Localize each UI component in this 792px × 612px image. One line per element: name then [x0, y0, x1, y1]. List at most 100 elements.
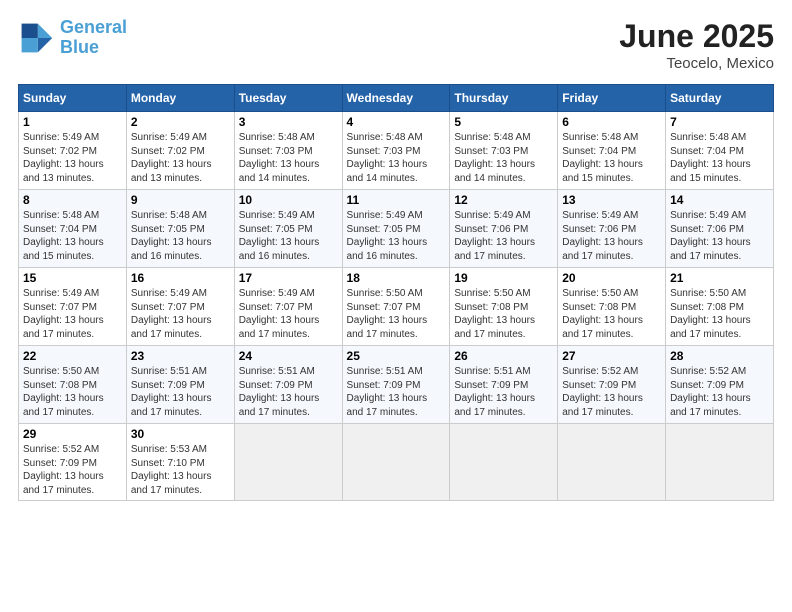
header-sunday: Sunday: [19, 85, 127, 112]
calendar-cell: 13 Sunrise: 5:49 AM Sunset: 7:06 PM Dayl…: [558, 190, 666, 268]
calendar-row: 1 Sunrise: 5:49 AM Sunset: 7:02 PM Dayli…: [19, 112, 774, 190]
day-info: Sunrise: 5:49 AM Sunset: 7:06 PM Dayligh…: [562, 209, 661, 263]
calendar-cell: [234, 424, 342, 501]
day-info: Sunrise: 5:52 AM Sunset: 7:09 PM Dayligh…: [23, 443, 122, 497]
calendar-cell: 9 Sunrise: 5:48 AM Sunset: 7:05 PM Dayli…: [126, 190, 234, 268]
day-info: Sunrise: 5:48 AM Sunset: 7:05 PM Dayligh…: [131, 209, 230, 263]
day-info: Sunrise: 5:49 AM Sunset: 7:07 PM Dayligh…: [239, 287, 338, 341]
day-number: 7: [670, 115, 769, 129]
day-number: 8: [23, 193, 122, 207]
day-number: 18: [347, 271, 446, 285]
day-info: Sunrise: 5:52 AM Sunset: 7:09 PM Dayligh…: [670, 365, 769, 419]
day-info: Sunrise: 5:49 AM Sunset: 7:06 PM Dayligh…: [670, 209, 769, 263]
calendar-row: 22 Sunrise: 5:50 AM Sunset: 7:08 PM Dayl…: [19, 346, 774, 424]
calendar-row: 8 Sunrise: 5:48 AM Sunset: 7:04 PM Dayli…: [19, 190, 774, 268]
day-number: 23: [131, 349, 230, 363]
day-info: Sunrise: 5:51 AM Sunset: 7:09 PM Dayligh…: [454, 365, 553, 419]
day-info: Sunrise: 5:53 AM Sunset: 7:10 PM Dayligh…: [131, 443, 230, 497]
header-saturday: Saturday: [666, 85, 774, 112]
calendar-cell: 16 Sunrise: 5:49 AM Sunset: 7:07 PM Dayl…: [126, 268, 234, 346]
day-number: 16: [131, 271, 230, 285]
calendar-cell: 22 Sunrise: 5:50 AM Sunset: 7:08 PM Dayl…: [19, 346, 127, 424]
calendar-cell: 19 Sunrise: 5:50 AM Sunset: 7:08 PM Dayl…: [450, 268, 558, 346]
day-info: Sunrise: 5:50 AM Sunset: 7:07 PM Dayligh…: [347, 287, 446, 341]
calendar-cell: 1 Sunrise: 5:49 AM Sunset: 7:02 PM Dayli…: [19, 112, 127, 190]
calendar-cell: 12 Sunrise: 5:49 AM Sunset: 7:06 PM Dayl…: [450, 190, 558, 268]
day-number: 1: [23, 115, 122, 129]
day-number: 17: [239, 271, 338, 285]
day-number: 28: [670, 349, 769, 363]
day-info: Sunrise: 5:49 AM Sunset: 7:02 PM Dayligh…: [131, 131, 230, 185]
day-number: 20: [562, 271, 661, 285]
calendar-cell: 29 Sunrise: 5:52 AM Sunset: 7:09 PM Dayl…: [19, 424, 127, 501]
day-number: 13: [562, 193, 661, 207]
day-info: Sunrise: 5:49 AM Sunset: 7:06 PM Dayligh…: [454, 209, 553, 263]
title-area: June 2025 Teocelo, Mexico: [619, 18, 774, 72]
day-number: 26: [454, 349, 553, 363]
day-number: 29: [23, 427, 122, 441]
day-number: 24: [239, 349, 338, 363]
calendar-cell: 15 Sunrise: 5:49 AM Sunset: 7:07 PM Dayl…: [19, 268, 127, 346]
calendar-cell: 18 Sunrise: 5:50 AM Sunset: 7:07 PM Dayl…: [342, 268, 450, 346]
calendar-cell: 14 Sunrise: 5:49 AM Sunset: 7:06 PM Dayl…: [666, 190, 774, 268]
day-info: Sunrise: 5:48 AM Sunset: 7:04 PM Dayligh…: [562, 131, 661, 185]
day-info: Sunrise: 5:50 AM Sunset: 7:08 PM Dayligh…: [23, 365, 122, 419]
calendar-cell: 6 Sunrise: 5:48 AM Sunset: 7:04 PM Dayli…: [558, 112, 666, 190]
calendar-cell: [342, 424, 450, 501]
calendar-table: Sunday Monday Tuesday Wednesday Thursday…: [18, 84, 774, 501]
calendar-cell: 26 Sunrise: 5:51 AM Sunset: 7:09 PM Dayl…: [450, 346, 558, 424]
calendar-cell: [666, 424, 774, 501]
day-info: Sunrise: 5:49 AM Sunset: 7:07 PM Dayligh…: [131, 287, 230, 341]
day-info: Sunrise: 5:49 AM Sunset: 7:07 PM Dayligh…: [23, 287, 122, 341]
month-title: June 2025: [619, 18, 774, 55]
day-number: 19: [454, 271, 553, 285]
header-friday: Friday: [558, 85, 666, 112]
calendar-cell: [558, 424, 666, 501]
calendar-cell: 3 Sunrise: 5:48 AM Sunset: 7:03 PM Dayli…: [234, 112, 342, 190]
day-info: Sunrise: 5:51 AM Sunset: 7:09 PM Dayligh…: [239, 365, 338, 419]
day-info: Sunrise: 5:48 AM Sunset: 7:03 PM Dayligh…: [454, 131, 553, 185]
calendar-cell: 2 Sunrise: 5:49 AM Sunset: 7:02 PM Dayli…: [126, 112, 234, 190]
day-info: Sunrise: 5:48 AM Sunset: 7:03 PM Dayligh…: [347, 131, 446, 185]
calendar-cell: 4 Sunrise: 5:48 AM Sunset: 7:03 PM Dayli…: [342, 112, 450, 190]
day-info: Sunrise: 5:50 AM Sunset: 7:08 PM Dayligh…: [562, 287, 661, 341]
calendar-cell: 11 Sunrise: 5:49 AM Sunset: 7:05 PM Dayl…: [342, 190, 450, 268]
logo: General Blue: [18, 18, 127, 58]
day-number: 22: [23, 349, 122, 363]
day-number: 11: [347, 193, 446, 207]
day-number: 12: [454, 193, 553, 207]
calendar-cell: 24 Sunrise: 5:51 AM Sunset: 7:09 PM Dayl…: [234, 346, 342, 424]
weekday-header-row: Sunday Monday Tuesday Wednesday Thursday…: [19, 85, 774, 112]
day-info: Sunrise: 5:50 AM Sunset: 7:08 PM Dayligh…: [454, 287, 553, 341]
day-info: Sunrise: 5:49 AM Sunset: 7:02 PM Dayligh…: [23, 131, 122, 185]
day-info: Sunrise: 5:50 AM Sunset: 7:08 PM Dayligh…: [670, 287, 769, 341]
day-info: Sunrise: 5:49 AM Sunset: 7:05 PM Dayligh…: [239, 209, 338, 263]
location: Teocelo, Mexico: [619, 55, 774, 72]
header-monday: Monday: [126, 85, 234, 112]
day-info: Sunrise: 5:49 AM Sunset: 7:05 PM Dayligh…: [347, 209, 446, 263]
day-number: 9: [131, 193, 230, 207]
day-number: 3: [239, 115, 338, 129]
calendar-header: Sunday Monday Tuesday Wednesday Thursday…: [19, 85, 774, 112]
calendar-cell: [450, 424, 558, 501]
day-info: Sunrise: 5:51 AM Sunset: 7:09 PM Dayligh…: [347, 365, 446, 419]
day-info: Sunrise: 5:48 AM Sunset: 7:04 PM Dayligh…: [23, 209, 122, 263]
calendar-page: General Blue June 2025 Teocelo, Mexico S…: [0, 0, 792, 511]
day-info: Sunrise: 5:48 AM Sunset: 7:03 PM Dayligh…: [239, 131, 338, 185]
header-tuesday: Tuesday: [234, 85, 342, 112]
day-number: 14: [670, 193, 769, 207]
header-thursday: Thursday: [450, 85, 558, 112]
calendar-cell: 30 Sunrise: 5:53 AM Sunset: 7:10 PM Dayl…: [126, 424, 234, 501]
day-number: 25: [347, 349, 446, 363]
header-wednesday: Wednesday: [342, 85, 450, 112]
calendar-cell: 8 Sunrise: 5:48 AM Sunset: 7:04 PM Dayli…: [19, 190, 127, 268]
day-number: 5: [454, 115, 553, 129]
calendar-cell: 27 Sunrise: 5:52 AM Sunset: 7:09 PM Dayl…: [558, 346, 666, 424]
day-number: 27: [562, 349, 661, 363]
calendar-cell: 25 Sunrise: 5:51 AM Sunset: 7:09 PM Dayl…: [342, 346, 450, 424]
logo-icon: [18, 20, 54, 56]
day-number: 21: [670, 271, 769, 285]
calendar-cell: 10 Sunrise: 5:49 AM Sunset: 7:05 PM Dayl…: [234, 190, 342, 268]
day-info: Sunrise: 5:48 AM Sunset: 7:04 PM Dayligh…: [670, 131, 769, 185]
calendar-row: 15 Sunrise: 5:49 AM Sunset: 7:07 PM Dayl…: [19, 268, 774, 346]
